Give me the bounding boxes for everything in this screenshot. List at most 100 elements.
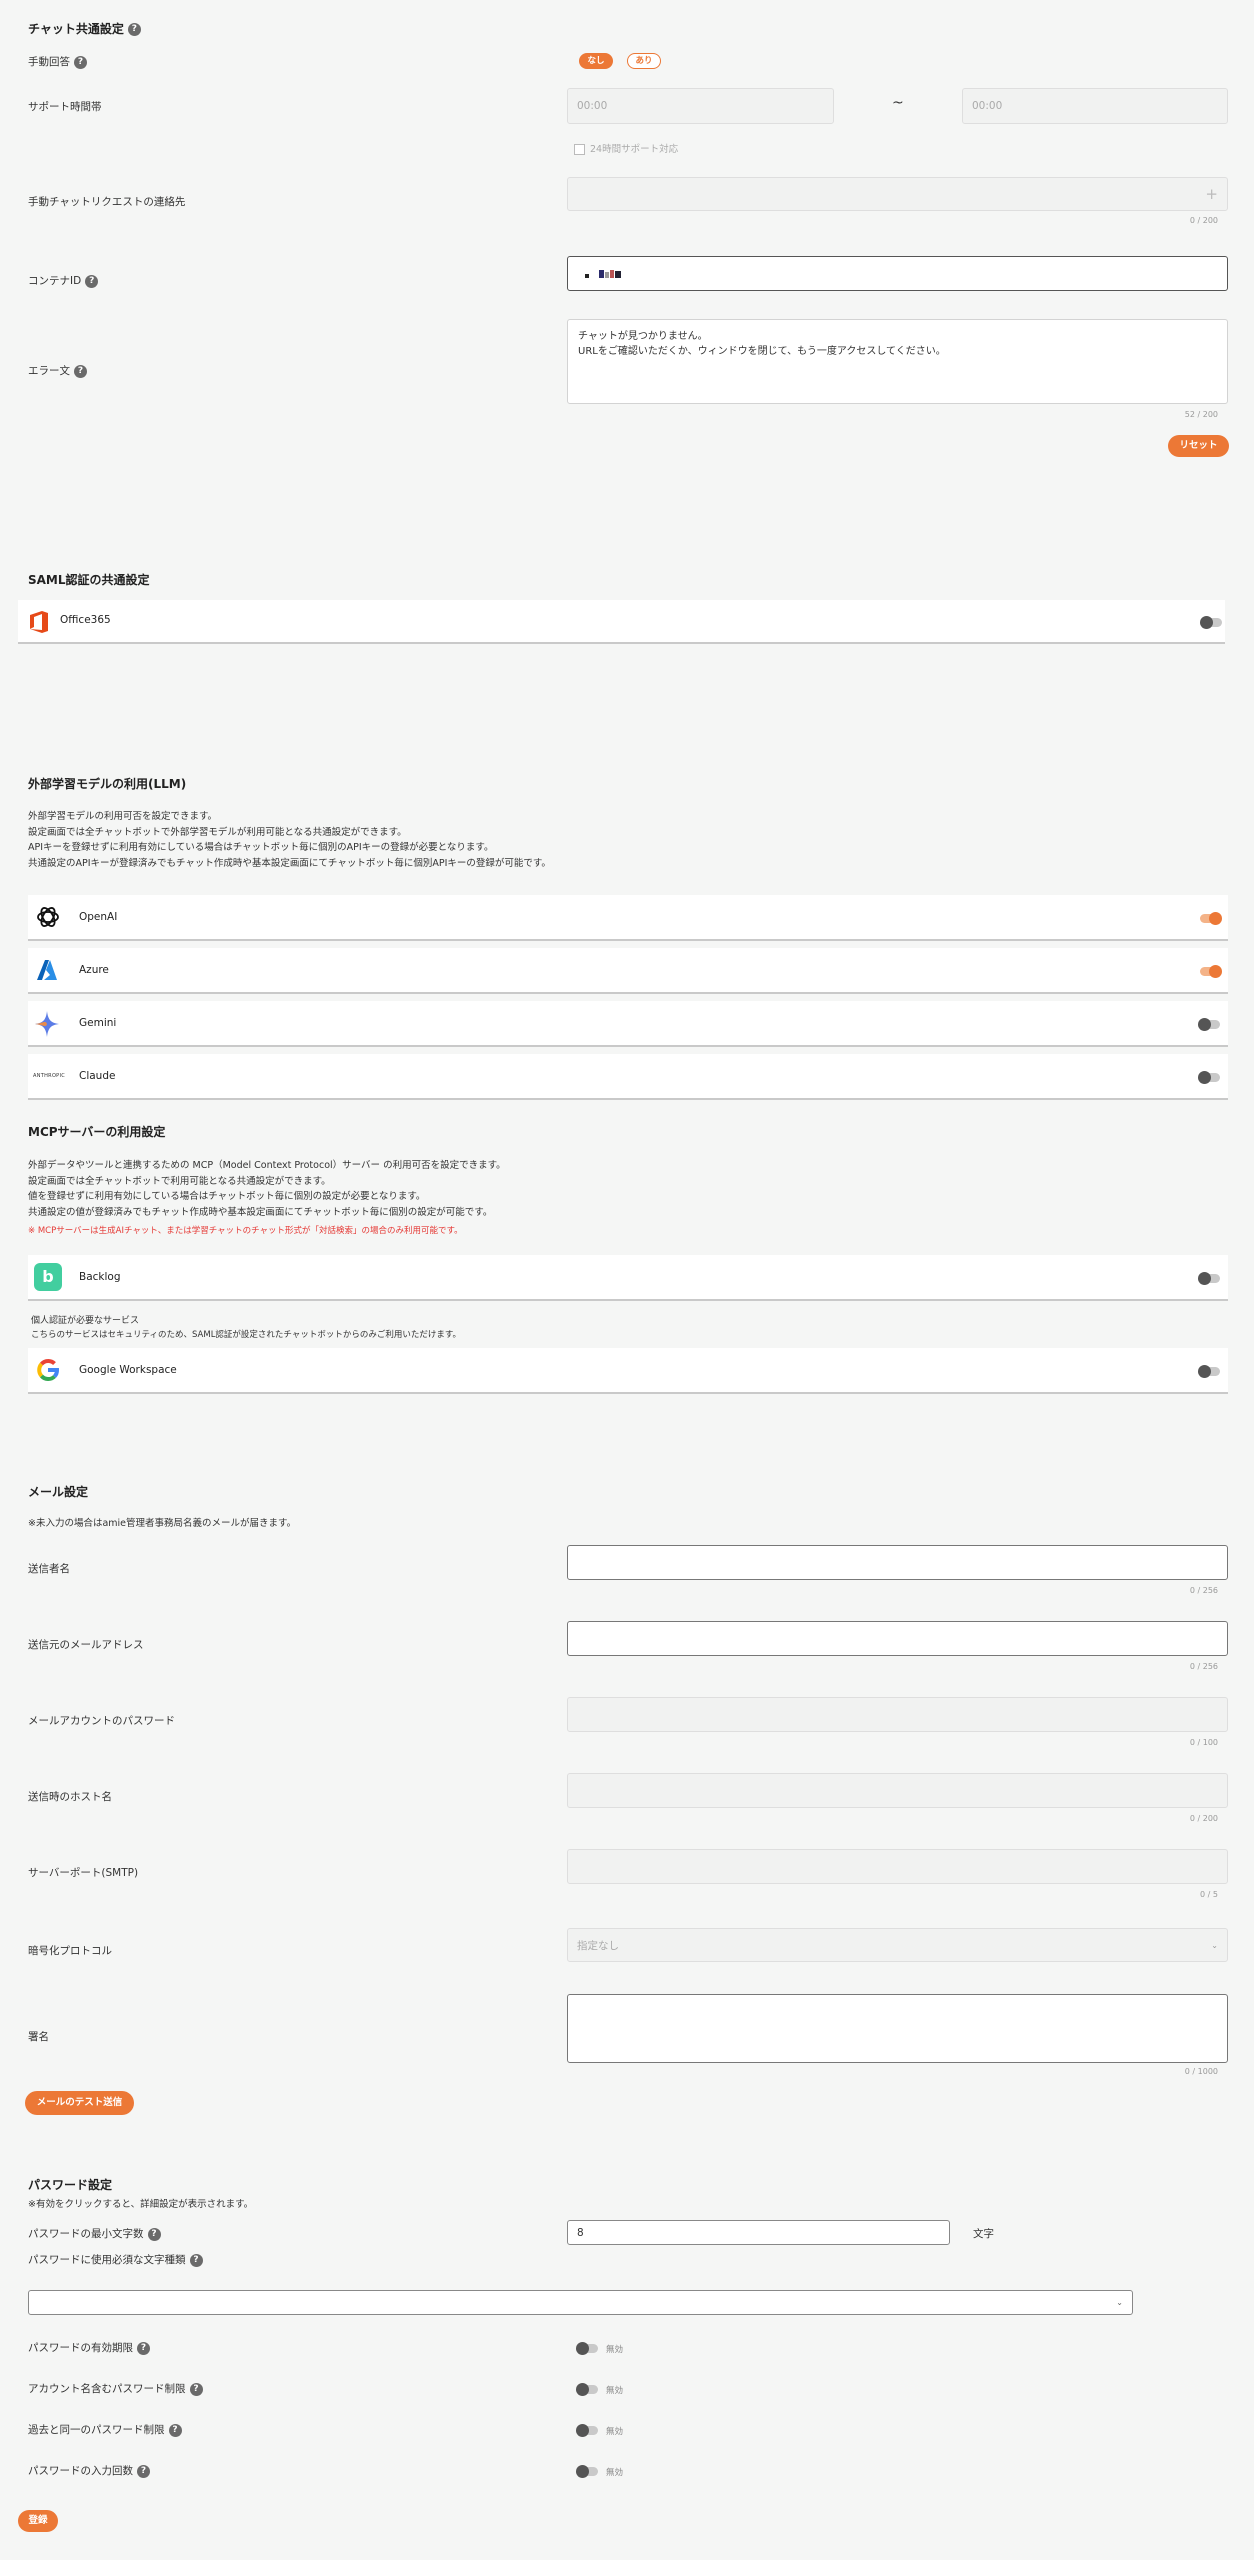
chat-section-title: チャット共通設定? [28, 20, 141, 37]
pw-attempts-state: 無効 [606, 2468, 624, 2478]
pw-attempts-label: パスワードの入力回数? [28, 2463, 150, 2478]
llm-openai-card: OpenAI [28, 895, 1228, 941]
required-chars-label: パスワードに使用必須な文字種類? [28, 2252, 203, 2267]
error-text-textarea[interactable]: チャットが見つかりません。 URLをご確認いただくか、ウィンドウを閉じて、もう一… [567, 319, 1228, 404]
azure-toggle[interactable] [1200, 965, 1222, 978]
gemini-name: Gemini [79, 1017, 117, 1029]
min-length-label: パスワードの最小文字数? [28, 2226, 161, 2241]
auth-required-title: 個人認証が必要なサービス [31, 1316, 140, 1326]
sender-name-input[interactable] [567, 1545, 1228, 1580]
pw-account-name-toggle[interactable] [576, 2383, 598, 2396]
mcp-description: 外部データやツールと連携するための MCP（Model Context Prot… [28, 1160, 506, 1218]
backlog-icon: b [34, 1263, 62, 1291]
save-button[interactable]: 登録 [18, 2510, 58, 2532]
smtp-port-input[interactable] [567, 1849, 1228, 1884]
test-mail-button[interactable]: メールのテスト送信 [25, 2091, 134, 2115]
signature-counter: 0 / 1000 [1184, 2067, 1218, 2076]
manual-reply-option-yes[interactable]: あり [627, 53, 661, 69]
openai-toggle[interactable] [1200, 912, 1222, 925]
chevron-down-icon: ⌄ [1211, 1940, 1218, 1950]
claude-toggle[interactable] [1198, 1071, 1220, 1084]
azure-icon [37, 960, 57, 980]
help-icon[interactable]: ? [137, 2464, 150, 2478]
saml-office365-card: Office365 [18, 600, 1225, 644]
protocol-select[interactable]: 指定なし ⌄ [567, 1928, 1228, 1962]
help-icon[interactable]: ? [85, 274, 99, 288]
llm-gemini-card: Gemini [28, 1001, 1228, 1047]
pw-history-label: 過去と同一のパスワード制限? [28, 2422, 182, 2437]
pw-attempts-toggle[interactable] [576, 2465, 598, 2478]
smtp-port-label: サーバーポート(SMTP) [28, 1867, 139, 1879]
sender-email-input[interactable] [567, 1621, 1228, 1656]
min-length-input[interactable]: 8 [567, 2220, 950, 2245]
auth-required-desc: こちらのサービスはセキュリティのため、SAML認証が設定されたチャットボットから… [31, 1330, 461, 1340]
password-note: ※有効をクリックすると、詳細設定が表示されます。 [28, 2199, 254, 2210]
sender-name-counter: 0 / 256 [1189, 1586, 1218, 1595]
mail-password-counter: 0 / 100 [1189, 1738, 1218, 1747]
help-icon[interactable]: ? [74, 55, 87, 69]
support-hours-label: サポート時間帯 [28, 101, 102, 113]
office365-icon [30, 611, 48, 633]
google-workspace-toggle[interactable] [1198, 1365, 1220, 1378]
signature-label: 署名 [28, 2031, 49, 2043]
help-icon[interactable]: ? [147, 2227, 161, 2241]
mcp-section-title: MCPサーバーの利用設定 [28, 1125, 166, 1139]
saml-section-title: SAML認証の共通設定 [28, 573, 150, 587]
container-id-label: コンテナID? [28, 273, 99, 288]
mail-password-label: メールアカウントのパスワード [28, 1715, 175, 1727]
claude-name: Claude [79, 1070, 116, 1082]
protocol-label: 暗号化プロトコル [28, 1945, 112, 1957]
host-label: 送信時のホスト名 [28, 1791, 112, 1803]
required-chars-select[interactable]: ⌄ [28, 2290, 1133, 2315]
help-icon[interactable]: ? [74, 364, 87, 378]
mail-note: ※未入力の場合はamie管理者事務局名義のメールが届きます。 [28, 1518, 297, 1529]
reset-button[interactable]: リセット [1168, 435, 1229, 457]
manual-request-counter: 0 / 200 [1189, 216, 1218, 225]
help-icon[interactable]: ? [168, 2423, 182, 2437]
pw-account-name-state: 無効 [606, 2386, 624, 2396]
time-range-separator: ~ [892, 95, 904, 111]
llm-section-title: 外部学習モデルの利用(LLM) [28, 777, 187, 791]
error-text-counter: 52 / 200 [1184, 410, 1218, 419]
help-icon[interactable]: ? [127, 23, 141, 36]
office365-toggle[interactable] [1200, 616, 1222, 629]
sender-email-counter: 0 / 256 [1189, 1662, 1218, 1671]
azure-name: Azure [79, 964, 109, 976]
sender-name-label: 送信者名 [28, 1563, 70, 1575]
checkbox[interactable] [574, 144, 585, 155]
error-text-label: エラー文? [28, 363, 87, 378]
support-end-input[interactable]: 00:00 [962, 88, 1228, 124]
signature-textarea[interactable] [567, 1994, 1228, 2063]
office365-name: Office365 [60, 614, 111, 626]
mcp-note: ※ MCPサーバーは生成AIチャット、または学習チャットのチャット形式が「対話検… [28, 1226, 463, 1236]
manual-request-input[interactable]: + [567, 177, 1228, 211]
sender-email-label: 送信元のメールアドレス [28, 1639, 144, 1651]
manual-request-label: 手動チャットリクエストの連絡先 [28, 196, 186, 208]
mail-password-input[interactable] [567, 1697, 1228, 1732]
chevron-down-icon: ⌄ [1116, 2298, 1123, 2307]
manual-reply-option-none[interactable]: なし [579, 53, 613, 69]
pw-history-toggle[interactable] [576, 2424, 598, 2437]
support-start-input[interactable]: 00:00 [567, 88, 834, 124]
manual-reply-label: 手動回答? [28, 54, 87, 69]
host-counter: 0 / 200 [1189, 1814, 1218, 1823]
container-id-input[interactable] [567, 256, 1228, 291]
host-input[interactable] [567, 1773, 1228, 1808]
google-workspace-name: Google Workspace [79, 1364, 177, 1376]
pw-account-name-label: アカウント名含むパスワード制限? [28, 2381, 203, 2396]
min-length-unit: 文字 [973, 2228, 994, 2240]
smtp-port-counter: 0 / 5 [1200, 1890, 1218, 1899]
backlog-toggle[interactable] [1198, 1272, 1220, 1285]
support-24h-checkbox-row[interactable]: 24時間サポート対応 [574, 141, 678, 155]
help-icon[interactable]: ? [189, 2382, 203, 2396]
password-section-title: パスワード設定 [28, 2178, 113, 2192]
add-icon[interactable]: + [1205, 185, 1218, 203]
gemini-icon [35, 1011, 59, 1037]
pw-expiry-label: パスワードの有効期限? [28, 2340, 150, 2355]
backlog-name: Backlog [79, 1271, 121, 1283]
help-icon[interactable]: ? [137, 2341, 150, 2355]
gemini-toggle[interactable] [1198, 1018, 1220, 1031]
help-icon[interactable]: ? [189, 2253, 203, 2267]
pw-expiry-toggle[interactable] [576, 2342, 598, 2355]
pw-expiry-state: 無効 [606, 2345, 624, 2355]
